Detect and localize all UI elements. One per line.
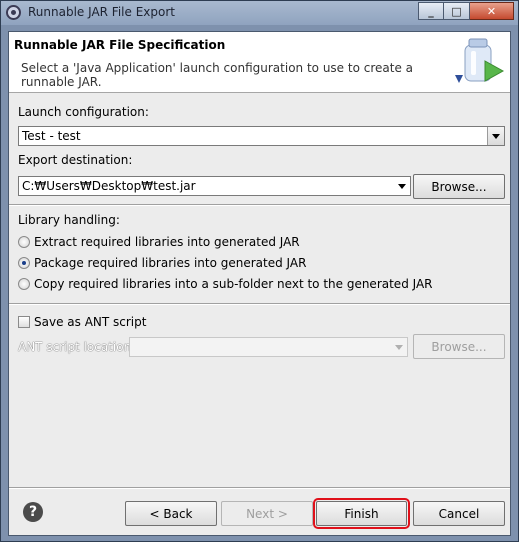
export-browse-button[interactable]: Browse... <box>413 174 505 199</box>
eclipse-icon <box>6 5 21 20</box>
radio-checked-icon[interactable] <box>18 257 30 269</box>
chevron-down-icon[interactable] <box>487 127 504 145</box>
next-button[interactable]: Next > <box>221 501 313 526</box>
finish-button[interactable]: Finish <box>313 498 410 529</box>
page-title: Runnable JAR File Specification <box>14 38 226 52</box>
help-icon[interactable]: ? <box>23 502 43 522</box>
radio-icon[interactable] <box>18 278 30 290</box>
export-destination-label: Export destination: <box>18 153 133 167</box>
wizard-header: Runnable JAR File Specification Select a… <box>9 32 510 93</box>
export-destination-combo[interactable]: C:₩Users₩Desktop₩test.jar <box>18 176 411 196</box>
separator <box>9 204 510 206</box>
chevron-down-icon[interactable] <box>393 177 410 195</box>
window-title: Runnable JAR File Export <box>28 5 175 19</box>
save-ant-label: Save as ANT script <box>34 315 147 329</box>
library-handling-label: Library handling: <box>18 213 120 227</box>
radio-copy[interactable]: Copy required libraries into a sub-folde… <box>18 276 433 292</box>
close-button[interactable]: ✕ <box>470 2 514 20</box>
back-button[interactable]: < Back <box>125 501 217 526</box>
save-ant-checkbox[interactable]: Save as ANT script <box>18 314 146 330</box>
minimize-button[interactable]: _ <box>418 2 444 20</box>
radio-package-label: Package required libraries into generate… <box>34 256 307 270</box>
ant-location-label: ANT script location: <box>18 340 136 354</box>
ant-location-combo[interactable] <box>129 337 408 357</box>
chevron-down-icon <box>390 338 407 356</box>
export-destination-value: C:₩Users₩Desktop₩test.jar <box>22 179 196 193</box>
maximize-button[interactable]: □ <box>444 2 470 20</box>
radio-package[interactable]: Package required libraries into generate… <box>18 255 306 271</box>
page-description: Select a 'Java Application' launch confi… <box>21 61 413 89</box>
dialog-window: Runnable JAR File Export _ □ ✕ Runnable … <box>0 0 519 542</box>
cancel-button[interactable]: Cancel <box>413 501 505 526</box>
back-button-label: < Back <box>149 506 193 521</box>
radio-icon[interactable] <box>18 236 30 248</box>
radio-copy-label: Copy required libraries into a sub-folde… <box>34 277 433 291</box>
launch-config-label: Launch configuration: <box>18 105 149 119</box>
launch-config-combo[interactable]: Test - test <box>18 126 505 146</box>
separator <box>9 303 510 305</box>
checkbox-icon[interactable] <box>18 316 30 328</box>
ant-browse-button[interactable]: Browse... <box>413 334 505 359</box>
launch-config-value: Test - test <box>22 129 81 143</box>
title-bar[interactable]: Runnable JAR File Export _ □ ✕ <box>1 1 518 25</box>
radio-extract[interactable]: Extract required libraries into generate… <box>18 234 300 250</box>
radio-extract-label: Extract required libraries into generate… <box>34 235 300 249</box>
jar-export-icon <box>455 38 505 83</box>
dialog-body: Runnable JAR File Specification Select a… <box>8 31 511 536</box>
separator <box>9 487 510 489</box>
